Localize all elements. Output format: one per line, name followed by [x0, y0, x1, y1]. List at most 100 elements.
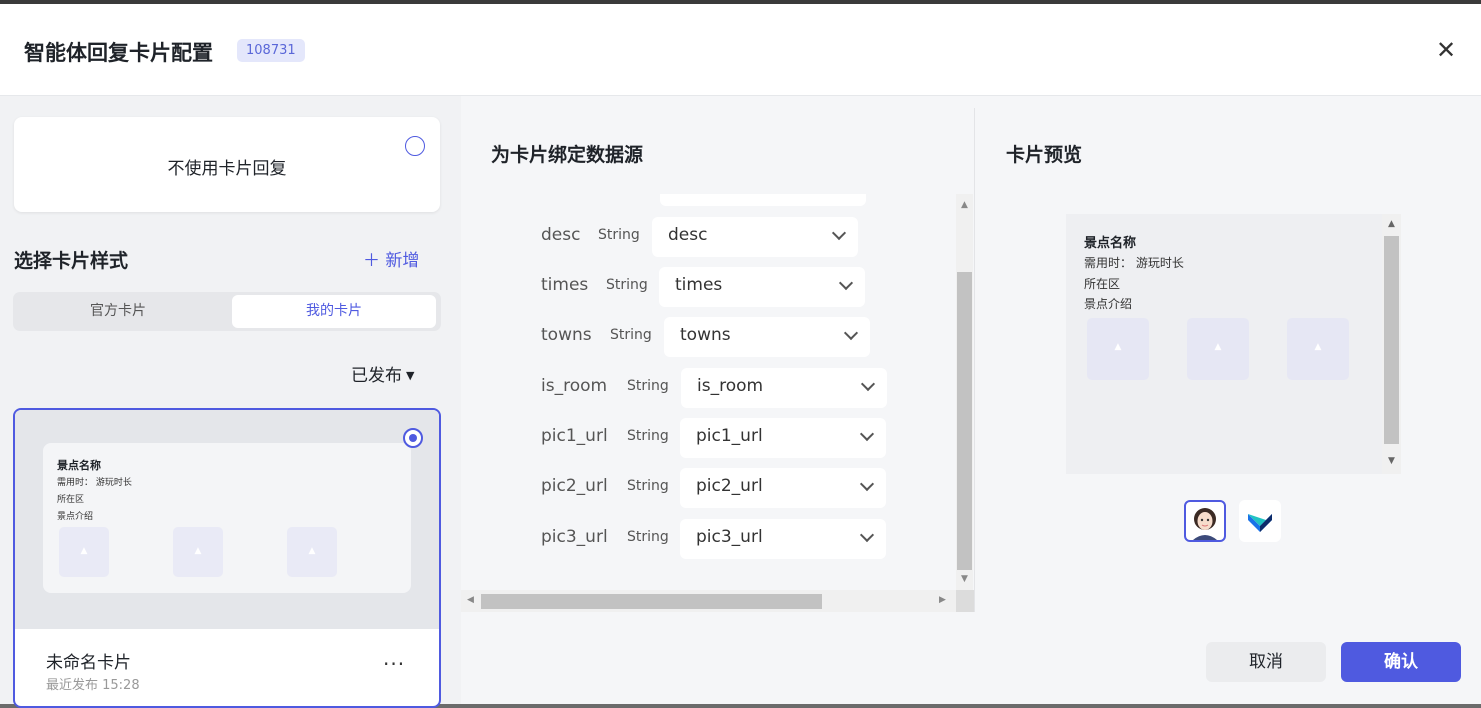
avatar-icon[interactable] — [1184, 500, 1226, 542]
chevron-down-icon — [860, 376, 876, 392]
card-item[interactable]: 景点名称 需用时： 游玩时长 所在区 景点介绍 未命名卡片 最近发布 15:28… — [13, 408, 441, 708]
select-value: desc — [668, 225, 708, 245]
field-source-select[interactable]: pic2_url — [680, 468, 886, 508]
binding-row: towns String towns — [461, 317, 956, 357]
field-source-select[interactable]: name — [660, 194, 866, 206]
field-type: String — [606, 277, 648, 293]
confirm-button[interactable]: 确认 — [1341, 642, 1461, 682]
no-card-label: 不使用卡片回复 — [167, 159, 287, 179]
app-logo-icon[interactable] — [1239, 500, 1281, 542]
close-icon[interactable]: ✕ — [1434, 38, 1458, 62]
status-filter-dropdown[interactable]: 已发布 ▼ — [351, 361, 414, 386]
field-type: String — [627, 529, 669, 545]
field-type: String — [627, 428, 669, 444]
select-value: is_room — [697, 376, 764, 396]
field-source-select[interactable]: desc — [652, 217, 858, 257]
card-preview-panel: 卡片预览 景点名称 需用时： 游玩时长 所在区 景点介绍 ▲ ▼ — [976, 96, 1481, 612]
binding-row: pic3_url String pic3_url — [461, 519, 956, 559]
cancel-button[interactable]: 取消 — [1206, 642, 1326, 682]
field-type: String — [627, 378, 669, 394]
field-name: pic2_url — [541, 476, 608, 496]
select-value: pic3_url — [696, 527, 763, 547]
chevron-down-icon — [859, 476, 875, 492]
chevron-down-icon — [838, 275, 854, 291]
column-divider — [974, 108, 975, 612]
preview-scrollbar-thumb[interactable] — [1384, 236, 1399, 444]
vertical-scrollbar-thumb[interactable] — [957, 272, 972, 570]
select-value: towns — [680, 325, 731, 345]
field-type: String — [610, 327, 652, 343]
tab-official-cards[interactable]: 官方卡片 — [16, 295, 220, 328]
card-config-dialog: 智能体回复卡片配置 108731 ✕ 不使用卡片回复 选择卡片样式 ＋ 新增 官… — [0, 4, 1481, 708]
binding-row: is_room String is_room — [461, 368, 956, 408]
avatar-girl-icon — [1193, 508, 1217, 540]
horizontal-scrollbar-thumb[interactable] — [481, 594, 822, 609]
image-placeholder-icon — [1187, 318, 1249, 380]
image-placeholder-icon — [1087, 318, 1149, 380]
field-name: is_room — [541, 376, 608, 396]
bird-logo-icon — [1248, 514, 1272, 532]
no-card-option[interactable]: 不使用卡片回复 — [14, 117, 440, 212]
vertical-scrollbar[interactable]: ▲ ▼ — [956, 194, 973, 590]
tab-my-cards[interactable]: 我的卡片 — [232, 295, 436, 328]
field-name: desc — [541, 225, 581, 245]
card-preview: 景点名称 需用时： 游玩时长 所在区 景点介绍 ▲ ▼ — [1066, 214, 1401, 474]
card-select-radio[interactable] — [403, 428, 423, 448]
preview-line: 景点介绍 — [1084, 297, 1133, 311]
no-card-radio[interactable] — [405, 136, 425, 156]
chevron-down-icon — [831, 225, 847, 241]
scroll-up-icon[interactable]: ▲ — [1382, 219, 1401, 229]
mini-line: 景点介绍 — [57, 512, 94, 522]
card-tabs: 官方卡片 我的卡片 — [13, 292, 441, 331]
select-value: pic1_url — [696, 426, 763, 446]
scroll-down-icon[interactable]: ▼ — [1382, 456, 1401, 466]
dialog-header: 智能体回复卡片配置 108731 ✕ — [0, 4, 1481, 96]
binding-row: times String times — [461, 267, 956, 307]
scroll-left-icon[interactable]: ◀ — [467, 595, 474, 605]
section-title: 选择卡片样式 — [14, 250, 129, 272]
id-badge: 108731 — [237, 39, 305, 62]
field-source-select[interactable]: pic1_url — [680, 418, 886, 458]
field-source-select[interactable]: pic3_url — [680, 519, 886, 559]
scroll-up-icon[interactable]: ▲ — [956, 200, 973, 210]
image-placeholder-icon — [1287, 318, 1349, 380]
caret-down-icon: ▼ — [406, 369, 415, 382]
preview-line: 需用时： 游玩时长 — [1084, 256, 1184, 270]
scroll-right-icon[interactable]: ▶ — [939, 595, 946, 605]
scrollbar-corner — [956, 590, 975, 612]
field-source-select[interactable]: times — [659, 267, 865, 307]
mini-line: 需用时： 游玩时长 — [57, 478, 132, 488]
select-value: pic2_url — [696, 476, 763, 496]
card-thumbnail: 景点名称 需用时： 游玩时长 所在区 景点介绍 — [15, 410, 439, 629]
chevron-down-icon — [843, 325, 859, 341]
preview-scrollbar[interactable]: ▲ ▼ — [1382, 214, 1401, 474]
more-options-icon[interactable]: ··· — [383, 652, 405, 676]
field-source-select[interactable]: is_room — [681, 368, 887, 408]
binding-row: name String name — [461, 194, 956, 206]
field-type: String — [627, 478, 669, 494]
field-name: pic3_url — [541, 527, 608, 547]
scroll-down-icon[interactable]: ▼ — [956, 574, 973, 584]
binding-row: pic2_url String pic2_url — [461, 468, 956, 508]
field-source-select[interactable]: towns — [664, 317, 870, 357]
image-placeholder-icon — [59, 527, 109, 577]
mini-title: 景点名称 — [57, 459, 101, 472]
horizontal-scrollbar[interactable]: ◀ ▶ — [461, 590, 956, 612]
mini-line: 所在区 — [57, 495, 85, 505]
image-placeholder-icon — [287, 527, 337, 577]
preview-card-title: 景点名称 — [1084, 236, 1137, 251]
binding-row: pic1_url String pic1_url — [461, 418, 956, 458]
field-name: towns — [541, 325, 592, 345]
card-mini-preview: 景点名称 需用时： 游玩时长 所在区 景点介绍 — [43, 443, 411, 593]
add-card-button[interactable]: ＋ 新增 — [363, 246, 419, 271]
card-publish-time: 最近发布 15:28 — [46, 678, 140, 693]
dialog-title: 智能体回复卡片配置 — [24, 41, 213, 65]
card-name: 未命名卡片 — [46, 653, 131, 673]
field-type: String — [598, 227, 640, 243]
select-value: times — [675, 275, 723, 295]
image-placeholder-icon — [173, 527, 223, 577]
field-name: pic1_url — [541, 426, 608, 446]
status-filter-label: 已发布 — [351, 366, 402, 386]
binding-row: desc String desc — [461, 217, 956, 257]
data-binding-panel: 为卡片绑定数据源 name String name desc String de… — [461, 96, 975, 612]
